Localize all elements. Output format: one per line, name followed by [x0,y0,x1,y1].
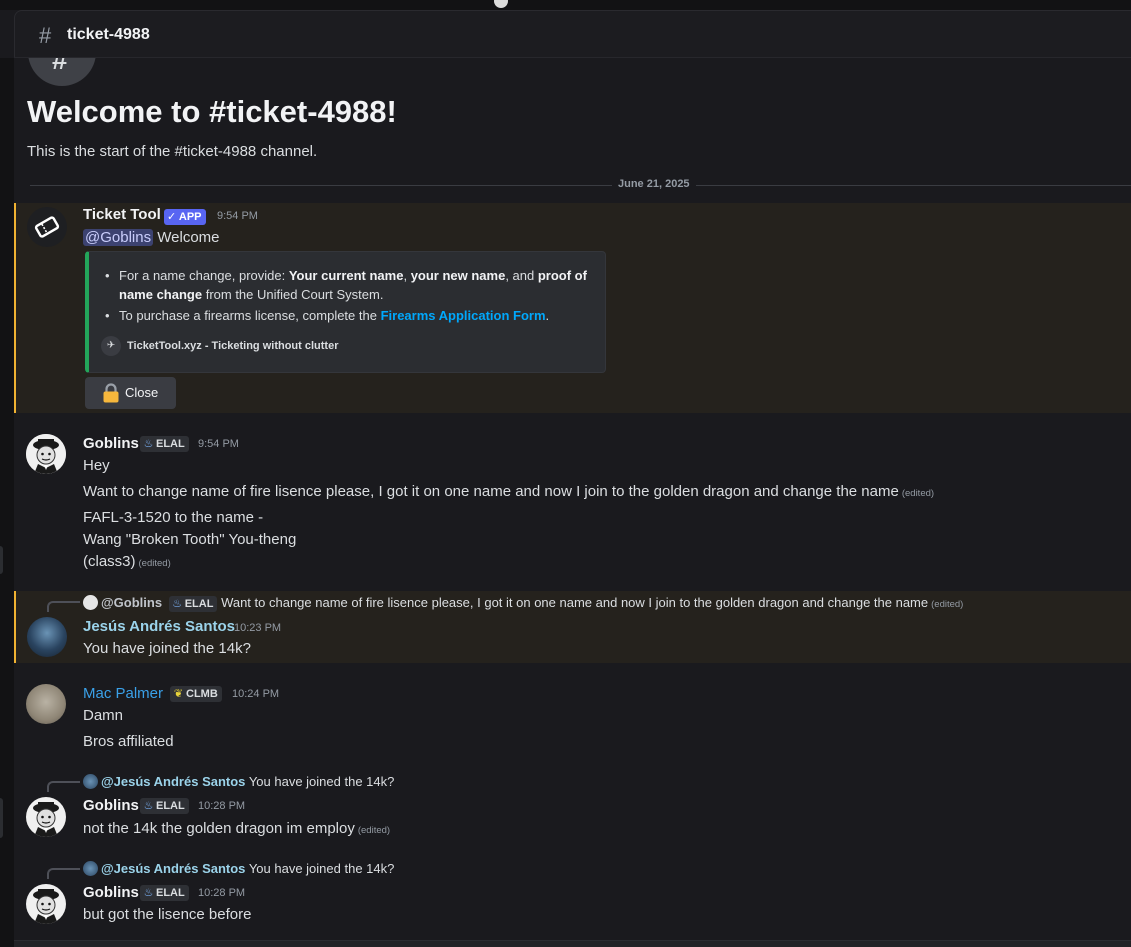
avatar [83,861,98,876]
firearms-form-link[interactable]: Firearms Application Form [381,308,546,323]
embed-item: For a name change, provide: Your current… [105,266,595,304]
close-button-label: Close [125,385,159,400]
message-content: @Goblins Welcome [83,229,220,246]
avatar[interactable] [27,617,67,657]
timestamp: 10:28 PM [198,887,246,899]
welcome-title: Welcome to #ticket-4988! [27,94,397,129]
timestamp: 10:28 PM [198,800,246,812]
channel-header: # ticket-4988 [14,10,1131,58]
embed-list: For a name change, provide: Your current… [105,266,595,327]
reply-text: You have joined the 14k? [248,861,395,876]
message-line: Hey [83,457,110,474]
edited-label: (edited) [138,558,171,569]
message-line: FAFL-3-1520 to the name - [83,509,264,526]
rail-indicator [0,798,3,838]
avatar [83,774,98,789]
close-ticket-button[interactable]: Close [85,377,176,409]
hash-icon: # [39,23,52,48]
embed-item: To purchase a firearms license, complete… [105,306,595,325]
author-name[interactable]: Goblins [83,797,139,814]
app-badge: ✓ APP [164,209,206,225]
rail-indicator [0,546,3,574]
timestamp: 10:24 PM [232,688,280,700]
check-icon: ✓ [167,211,177,223]
embed-card: For a name change, provide: Your current… [85,251,606,373]
message-line: Bros affiliated [83,733,174,750]
message-text: Welcome [157,229,220,246]
ticket-icon[interactable] [27,207,67,247]
edited-label: (edited) [931,599,964,610]
reply-preview[interactable]: @Jesús Andrés Santos You have joined the… [83,774,394,789]
message-line: (class3) (edited) [83,553,171,570]
welcome-subtitle: This is the start of the #ticket-4988 ch… [27,143,318,160]
message-text: not the 14k the golden dragon im employ(… [83,820,391,837]
reply-text: Want to change name of fire lisence plea… [221,595,929,610]
flame-icon: ♨ [172,598,183,610]
ticket-icon: ✈ [101,336,121,356]
message-line: Wang "Broken Tooth" You-theng [83,531,297,548]
avatar[interactable] [26,884,66,924]
flame-icon: ♨ [143,800,154,812]
message-text: You have joined the 14k? [83,640,251,657]
guild-tag[interactable]: ♨ ELAL [140,436,189,452]
composer-edge [14,940,1131,947]
hash-icon: # [52,58,68,75]
message-ticket-tool[interactable]: Ticket Tool ✓ APP 9:54 PM @Goblins Welco… [14,203,1131,413]
reply-text: You have joined the 14k? [248,774,395,789]
message-text: but got the lisence before [83,906,252,923]
reply-spine [47,601,80,612]
guild-tag[interactable]: ♨ ELAL [140,885,189,901]
date-divider: June 21, 2025 [30,178,1131,190]
lock-icon [103,383,119,403]
user-mention[interactable]: @Goblins [83,229,154,246]
channel-name[interactable]: ticket-4988 [67,26,150,44]
author-name[interactable]: Ticket Tool [83,206,161,223]
reply-preview[interactable]: @Jesús Andrés Santos You have joined the… [83,861,394,876]
leaf-icon: ❦ [173,688,184,700]
edited-label: (edited) [357,825,391,836]
reply-preview[interactable]: @Goblins ♨ ELAL Want to change name of fi… [83,595,963,612]
reply-author[interactable]: @Jesús Andrés Santos [101,861,245,876]
flame-icon: ♨ [143,887,154,899]
author-name[interactable]: Jesús Andrés Santos [83,618,235,635]
reply-author[interactable]: @Jesús Andrés Santos [101,774,245,789]
embed-footer-text: TicketTool.xyz - Ticketing without clutt… [127,339,339,352]
guild-tag[interactable]: ❦ CLMB [170,686,222,702]
reply-spine [47,781,80,792]
avatar[interactable] [26,434,66,474]
avatar [83,595,98,610]
date-label: June 21, 2025 [612,178,696,190]
timestamp: 10:23 PM [234,622,282,634]
avatar[interactable] [26,797,66,837]
window-top-strip [0,0,1131,10]
app-badge-label: APP [178,211,202,223]
message-line: Want to change name of fire lisence plea… [83,483,935,500]
reply-author[interactable]: @Goblins [101,595,162,610]
message-line: Damn [83,707,124,724]
timestamp: 9:54 PM [198,438,239,450]
edited-label: (edited) [901,488,935,499]
timestamp: 9:54 PM [217,210,258,222]
author-name[interactable]: Mac Palmer [83,685,163,702]
guild-tag[interactable]: ♨ ELAL [140,798,189,814]
message-list[interactable]: # Welcome to #ticket-4988! This is the s… [14,58,1131,947]
embed-footer: ✈ TicketTool.xyz - Ticketing without clut… [101,336,338,356]
guild-tag[interactable]: ♨ ELAL [168,596,218,612]
author-name[interactable]: Goblins [83,435,139,452]
reply-spine [47,868,80,879]
status-dot [494,0,508,8]
author-name[interactable]: Goblins [83,884,139,901]
message-jesus[interactable]: @Goblins ♨ ELAL Want to change name of fi… [14,591,1131,663]
left-rail [0,58,14,947]
avatar[interactable] [26,684,66,724]
channel-icon: # [28,58,96,86]
flame-icon: ♨ [143,438,154,450]
